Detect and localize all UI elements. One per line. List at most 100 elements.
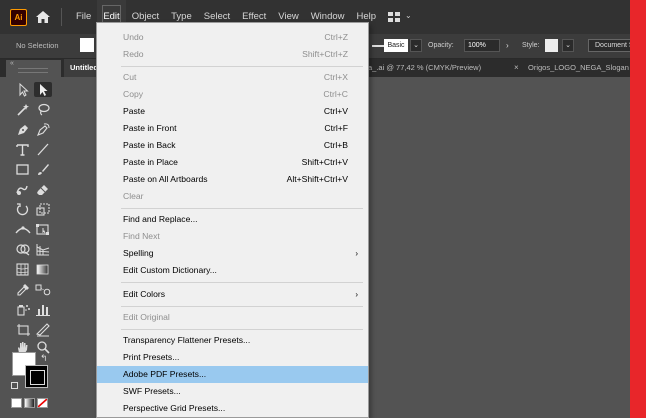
artboard-tool-icon[interactable]: [14, 322, 32, 337]
brush-dropdown-chevron-icon[interactable]: ⌄: [410, 39, 422, 52]
menu-item-label: Cut: [123, 72, 137, 82]
symbol-sprayer-tool-icon[interactable]: [14, 302, 32, 317]
opacity-field[interactable]: 100%: [464, 39, 500, 52]
menu-item-label: Print Presets...: [123, 352, 180, 362]
menu-item-edit-custom-dictionary[interactable]: Edit Custom Dictionary...: [97, 262, 368, 279]
style-dropdown-chevron-icon[interactable]: ⌄: [562, 39, 574, 52]
color-mode-icon[interactable]: [11, 398, 22, 408]
panel-grip[interactable]: [18, 68, 48, 73]
menu-item-spelling[interactable]: Spelling ›: [97, 245, 368, 262]
menu-separator: [121, 329, 363, 330]
menu-item-shortcut: Ctrl+V: [323, 106, 348, 116]
direct-selection-tool-icon[interactable]: [34, 82, 52, 97]
menu-item-cut[interactable]: Cut Ctrl+X: [97, 69, 368, 86]
blend-tool-icon[interactable]: [34, 282, 52, 297]
menu-item-label: Edit Original: [123, 312, 170, 322]
menu-separator: [121, 282, 363, 283]
magic-wand-tool-icon[interactable]: [14, 102, 32, 117]
app-window: Ai File Edit Object Type Select Effect V…: [0, 0, 630, 418]
menu-item-paste-in-front[interactable]: Paste in Front Ctrl+F: [97, 120, 368, 137]
menu-item-paste-in-place[interactable]: Paste in Place Shift+Ctrl+V: [97, 154, 368, 171]
fill-swatch[interactable]: [80, 38, 94, 52]
eyedropper-tool-icon[interactable]: [14, 282, 32, 297]
menu-item-clear[interactable]: Clear: [97, 188, 368, 205]
home-icon[interactable]: [35, 9, 51, 25]
collapse-icon[interactable]: «: [10, 60, 14, 67]
default-colors-icon[interactable]: [11, 382, 18, 389]
menu-item-swf-presets[interactable]: SWF Presets...: [97, 383, 368, 400]
menu-item-print-presets[interactable]: Print Presets...: [97, 349, 368, 366]
menu-item-label: Paste in Place: [123, 157, 178, 167]
none-mode-icon[interactable]: [37, 398, 48, 408]
menu-item-transparency-flattener-presets[interactable]: Transparency Flattener Presets...: [97, 332, 368, 349]
paintbrush-tool-icon[interactable]: [34, 162, 52, 177]
style-swatch[interactable]: [545, 39, 558, 52]
close-icon[interactable]: ×: [514, 59, 519, 77]
menu-item-label: Perspective Grid Presets...: [123, 403, 226, 413]
menu-item-label: Adobe PDF Presets...: [123, 369, 207, 379]
lasso-tool-icon[interactable]: [34, 102, 52, 117]
opacity-arrow-icon[interactable]: ›: [506, 41, 509, 50]
menu-item-label: Clear: [123, 191, 144, 201]
menu-item-perspective-grid-presets[interactable]: Perspective Grid Presets...: [97, 400, 368, 417]
menu-divider: [61, 8, 62, 26]
brush-definition-field[interactable]: Basic: [384, 39, 408, 52]
menu-item-shortcut: Ctrl+Z: [324, 32, 348, 42]
curvature-tool-icon[interactable]: [34, 122, 52, 137]
selection-tool-icon[interactable]: [14, 82, 32, 97]
menu-item-label: Redo: [123, 49, 144, 59]
menu-item-shortcut: Shift+Ctrl+V: [301, 157, 348, 167]
stroke-color-box[interactable]: [25, 365, 48, 388]
menu-separator: [121, 306, 363, 307]
menu-item-edit-original[interactable]: Edit Original: [97, 309, 368, 326]
shaper-tool-icon[interactable]: [14, 182, 32, 197]
menu-item-find-and-replace[interactable]: Find and Replace...: [97, 211, 368, 228]
document-setup-button[interactable]: Document Setup: [588, 39, 630, 52]
scale-tool-icon[interactable]: [34, 202, 52, 217]
workspace-grid-icon[interactable]: [388, 12, 400, 22]
menu-item-find-next[interactable]: Find Next: [97, 228, 368, 245]
stroke-preview: [372, 45, 384, 47]
mesh-tool-icon[interactable]: [14, 262, 32, 277]
menu-item-label: Paste: [123, 106, 145, 116]
menu-item-label: SWF Presets...: [123, 386, 181, 396]
rectangle-tool-icon[interactable]: [14, 162, 32, 177]
slice-tool-icon[interactable]: [34, 322, 52, 337]
tools-panel: « ↰: [6, 60, 61, 418]
gradient-tool-icon[interactable]: [34, 262, 52, 277]
swap-fill-stroke-icon[interactable]: ↰: [40, 353, 48, 364]
menu-item-adobe-pdf-presets[interactable]: Adobe PDF Presets...: [97, 366, 368, 383]
shape-builder-tool-icon[interactable]: [14, 242, 32, 257]
rotate-tool-icon[interactable]: [14, 202, 32, 217]
menu-item-copy[interactable]: Copy Ctrl+C: [97, 86, 368, 103]
menu-item-label: Transparency Flattener Presets...: [123, 335, 251, 345]
menu-item-paste[interactable]: Paste Ctrl+V: [97, 103, 368, 120]
menu-item-label: Undo: [123, 32, 144, 42]
chevron-down-icon[interactable]: ⌄: [405, 11, 412, 20]
menu-separator: [121, 66, 363, 67]
column-graph-tool-icon[interactable]: [34, 302, 52, 317]
menu-item-shortcut: Shift+Ctrl+Z: [302, 49, 348, 59]
menu-item-edit-colors[interactable]: Edit Colors ›: [97, 286, 368, 303]
menu-item-label: Paste in Front: [123, 123, 177, 133]
menu-item-shortcut: Ctrl+B: [323, 140, 348, 150]
free-transform-tool-icon[interactable]: [34, 222, 52, 237]
menu-item-paste-in-back[interactable]: Paste in Back Ctrl+B: [97, 137, 368, 154]
tab-document-2[interactable]: a_.ai @ 77,42 % (CMYK/Preview): [368, 59, 481, 77]
eraser-tool-icon[interactable]: [34, 182, 52, 197]
submenu-arrow-icon: ›: [355, 290, 358, 299]
menu-item-label: Find Next: [123, 231, 160, 241]
menu-item-redo[interactable]: Redo Shift+Ctrl+Z: [97, 46, 368, 63]
pen-tool-icon[interactable]: [14, 122, 32, 137]
menu-file[interactable]: File: [70, 0, 97, 34]
selection-status: No Selection: [16, 41, 59, 50]
menu-item-undo[interactable]: Undo Ctrl+Z: [97, 29, 368, 46]
menu-item-paste-on-all-artboards[interactable]: Paste on All Artboards Alt+Shift+Ctrl+V: [97, 171, 368, 188]
gradient-mode-icon[interactable]: [24, 398, 35, 408]
tab-document-3[interactable]: Origos_LOGO_NEGA_Slogan: [528, 59, 629, 77]
menu-item-shortcut: Ctrl+X: [323, 72, 348, 82]
line-segment-tool-icon[interactable]: [34, 142, 52, 157]
type-tool-icon[interactable]: [14, 142, 32, 157]
perspective-grid-tool-icon[interactable]: [34, 242, 52, 257]
width-tool-icon[interactable]: [14, 222, 32, 237]
